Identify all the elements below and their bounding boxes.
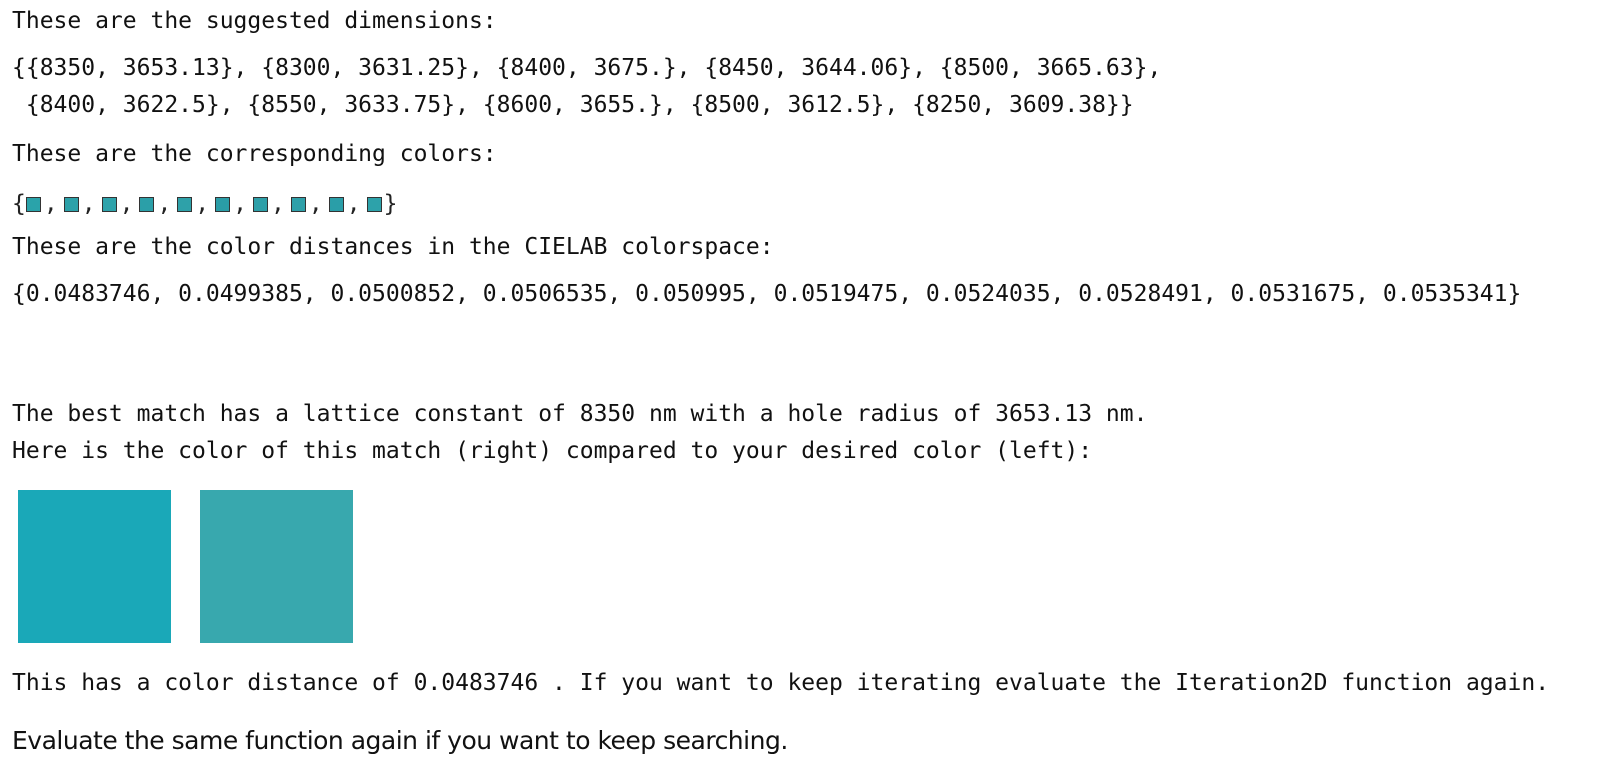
distances-heading: These are the color distances in the CIE… bbox=[12, 234, 774, 260]
swatch-separator: , bbox=[157, 191, 172, 217]
swatch-separator: , bbox=[43, 191, 58, 217]
swatch-separator: , bbox=[119, 191, 134, 217]
swatch-separator: , bbox=[195, 191, 210, 217]
desired-color-swatch bbox=[18, 490, 171, 643]
swatch-separator: , bbox=[233, 191, 248, 217]
color-swatch bbox=[139, 196, 155, 212]
distances-list: {0.0483746, 0.0499385, 0.0500852, 0.0506… bbox=[12, 281, 1522, 307]
color-swatch bbox=[177, 196, 193, 212]
dimensions-line-1: {{8350, 3653.13}, {8300, 3631.25}, {8400… bbox=[12, 55, 1162, 81]
open-brace: { bbox=[12, 191, 26, 217]
color-swatch bbox=[101, 196, 117, 212]
close-brace: } bbox=[383, 191, 398, 217]
swatch-separator: , bbox=[81, 191, 96, 217]
swatch-separator: , bbox=[271, 191, 285, 217]
color-swatch bbox=[328, 196, 344, 212]
dimensions-line-2: {8400, 3622.5}, {8550, 3633.75}, {8600, … bbox=[12, 92, 1134, 118]
color-swatch bbox=[366, 196, 382, 212]
comparison-text: Here is the color of this match (right) … bbox=[12, 438, 1093, 464]
match-color-swatch bbox=[200, 490, 353, 643]
distance-result-text: This has a color distance of 0.0483746 .… bbox=[12, 670, 1550, 696]
best-match-text: The best match has a lattice constant of… bbox=[12, 401, 1148, 427]
color-swatch bbox=[253, 196, 269, 212]
color-swatch bbox=[215, 196, 231, 212]
color-swatch bbox=[63, 196, 79, 212]
footer-instruction: Evaluate the same function again if you … bbox=[12, 726, 788, 755]
color-swatch bbox=[25, 196, 41, 212]
swatch-separator: , bbox=[308, 191, 323, 217]
colors-heading: These are the corresponding colors: bbox=[12, 141, 497, 167]
swatch-separator: , bbox=[346, 191, 361, 217]
color-swatch-list: {,,,,,,,,,} bbox=[12, 186, 397, 222]
color-swatch bbox=[290, 196, 306, 212]
dimensions-heading: These are the suggested dimensions: bbox=[12, 8, 497, 34]
